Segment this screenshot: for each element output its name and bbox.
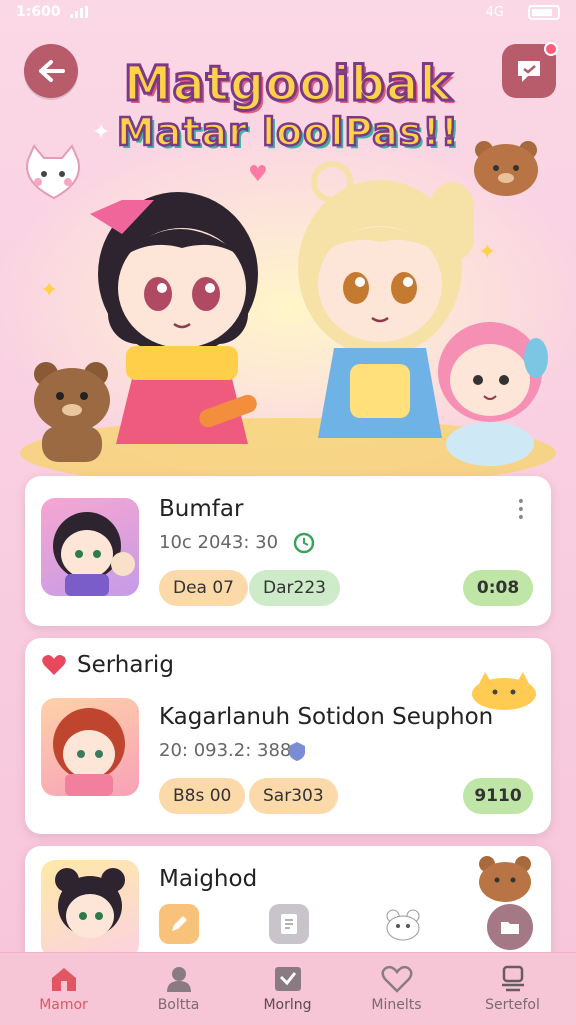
character-small-pink: [438, 322, 548, 466]
folder-icon: [501, 922, 519, 934]
bear-sticker-icon: [479, 856, 531, 902]
card-meta: 10c 2043: 30: [159, 532, 279, 553]
content-card-2[interactable]: Serharig Kagarlanuh Sotidon Seuphon 20: …: [25, 638, 551, 834]
section-header: Serharig: [41, 652, 174, 678]
tab-label: Boltta: [157, 997, 200, 1013]
person-icon: [166, 967, 191, 992]
content-card-3[interactable]: Maighod: [25, 846, 551, 966]
sparkle-icon: ✦: [40, 278, 59, 303]
tab-tasks[interactable]: Morlng: [230, 953, 345, 1025]
tab-settings[interactable]: Sertefol: [455, 953, 570, 1025]
clock-icon: [293, 532, 315, 558]
tab-home[interactable]: Mamor: [6, 953, 121, 1025]
quick-action-pencil[interactable]: [159, 904, 199, 944]
heart-icon: [381, 965, 412, 993]
tag-pill[interactable]: Sar303: [249, 778, 338, 814]
quick-action-folder[interactable]: [487, 904, 533, 950]
quick-action-sticker[interactable]: [383, 904, 423, 944]
battery-icon: [528, 5, 560, 20]
card-title: Kagarlanuh Sotidon Seuphon: [159, 704, 494, 730]
tab-label: Morlng: [263, 997, 312, 1013]
bottom-tab-bar: Mamor Boltta Morlng Minelts Sertefol: [0, 952, 576, 1025]
tag-pill[interactable]: B8s 00: [159, 778, 246, 814]
card-action-button[interactable]: 9110: [463, 778, 533, 814]
sparkle-icon: ✦: [478, 240, 497, 265]
tab-label: Sertefol: [485, 997, 540, 1013]
section-label: Serharig: [77, 652, 174, 678]
tab-label: Mamor: [39, 997, 88, 1013]
cup-icon: [501, 965, 524, 992]
sparkle-icon: ✦: [92, 120, 111, 145]
notification-badge: [544, 42, 558, 56]
card-thumbnail: [41, 498, 139, 596]
check-box-icon: [274, 967, 301, 991]
hero-banner: Matgooibak Matar loolPas!! ✦ ✦ ✦ ♥: [0, 28, 576, 498]
card-meta: 20: 093.2: 388: [159, 740, 292, 761]
pencil-icon: [172, 916, 187, 931]
content-card-1[interactable]: Bumfar 10c 2043: 30 • • • Dea 07 Dar223 0:…: [25, 476, 551, 626]
status-bar: 1:600 4G: [0, 0, 576, 28]
more-options-icon[interactable]: • • •: [517, 495, 525, 525]
card-thumbnail: [41, 860, 139, 958]
card-title: Bumfar: [159, 496, 244, 522]
tab-label: Minelts: [371, 997, 422, 1013]
status-time: 1:600: [16, 4, 61, 20]
bear-plush-icon: [34, 362, 110, 462]
document-icon: [281, 914, 297, 934]
network-label: 4G: [485, 5, 504, 20]
tab-favorites[interactable]: Minelts: [339, 953, 454, 1025]
tag-pill[interactable]: Dar223: [249, 570, 340, 606]
tag-pill[interactable]: Dea 07: [159, 570, 249, 606]
tab-profile[interactable]: Boltta: [121, 953, 236, 1025]
title-line-1: Matgooibak: [122, 55, 453, 114]
card-action-button[interactable]: 0:08: [463, 570, 533, 606]
bear-sticker-icon: [386, 909, 420, 941]
card-thumbnail: [41, 698, 139, 796]
bear-sticker-icon: [474, 141, 538, 196]
card-title: Maighod: [159, 866, 258, 892]
shield-icon: [287, 740, 307, 766]
quick-action-document[interactable]: [269, 904, 309, 944]
heart-icon: [42, 655, 66, 675]
home-icon: [51, 968, 76, 991]
signal-icon: [70, 6, 90, 22]
